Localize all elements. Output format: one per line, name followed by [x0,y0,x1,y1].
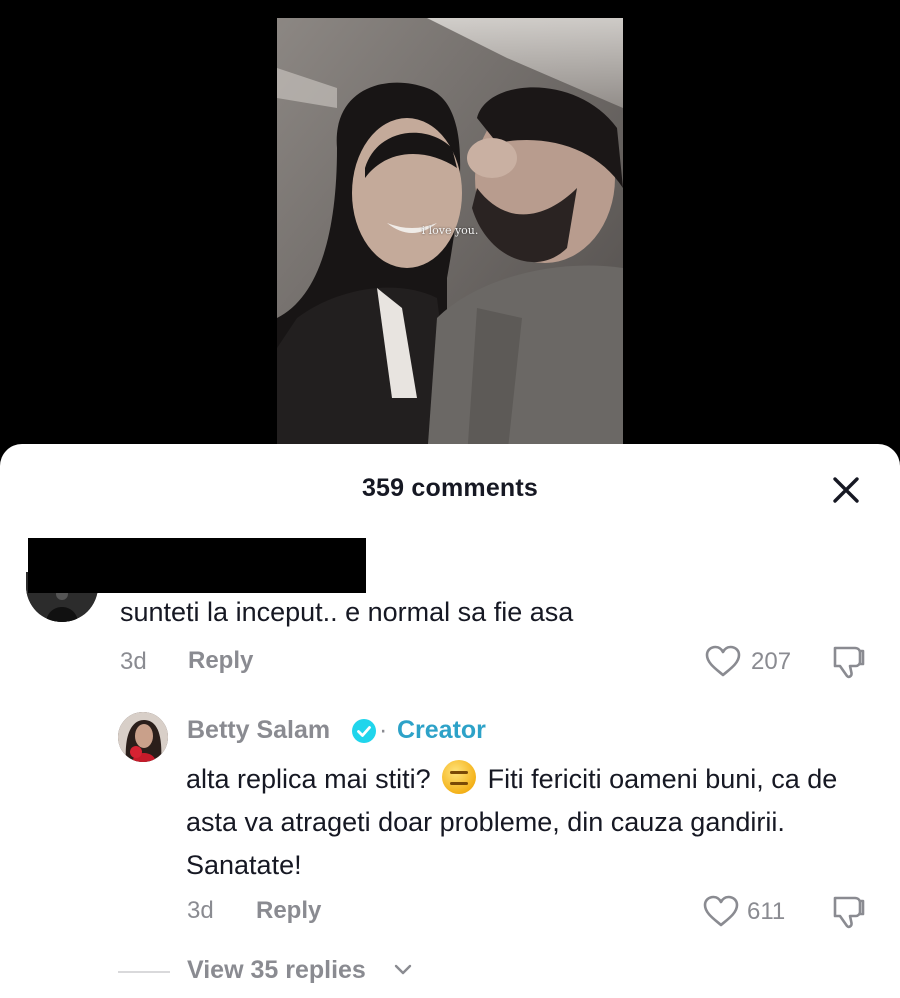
comment-timestamp: 3d [120,648,147,675]
reply-text-part-1: alta replica mai stiti? [186,764,431,794]
heart-icon[interactable] [704,644,742,683]
video-frame[interactable]: i love you. [277,18,623,458]
heart-icon[interactable] [702,894,740,933]
like-count: 611 [747,898,786,925]
creator-label: Creator [397,716,486,744]
reply-author-name[interactable]: Betty Salam [187,716,330,745]
video-caption: i love you. [421,224,479,237]
close-icon [833,477,859,503]
verified-badge-icon [351,718,377,749]
reply-button[interactable]: Reply [256,897,321,925]
expressionless-face-icon [442,760,477,794]
dislike-icon[interactable] [828,643,868,686]
like-count: 207 [751,648,792,675]
separator-dot: · [379,716,388,744]
video-image [277,18,623,458]
video-area[interactable]: i love you. [0,0,900,470]
view-replies-button[interactable]: View 35 replies [187,956,366,985]
reply-text: alta replica mai stiti? Fiti fericiti oa… [186,758,886,887]
view-replies-divider [118,971,170,973]
comment-text: sunteti la inceput.. e normal sa fie asa [120,597,574,627]
dislike-icon[interactable] [828,893,868,936]
chevron-down-icon[interactable] [393,963,413,982]
reply-timestamp: 3d [187,897,214,924]
creator-avatar[interactable] [118,712,168,762]
comments-count-title: 359 comments [361,474,539,502]
close-button[interactable] [826,470,866,510]
comments-sheet: 359 comments sunteti la inceput.. e norm… [0,444,900,998]
redacted-username [28,538,366,593]
reply-button[interactable]: Reply [188,647,253,675]
